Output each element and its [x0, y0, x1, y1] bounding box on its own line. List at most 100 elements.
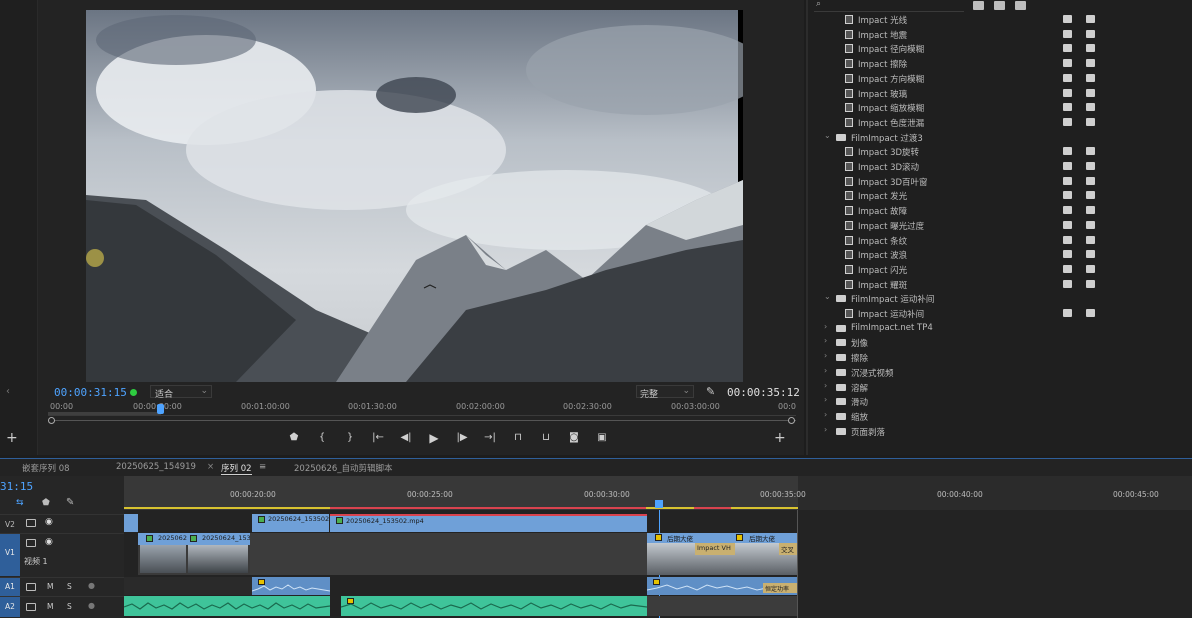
play-icon[interactable]: ▶ — [426, 430, 442, 446]
effect-folder[interactable]: › 擦除 — [808, 351, 1192, 366]
accelerated-effects-icon[interactable] — [973, 1, 984, 10]
effect-item[interactable]: Impact 波浪 — [808, 248, 1192, 263]
video-clip-v1[interactable]: 后期大佬 后期大佬 Impact VH 交叉 — [647, 533, 797, 575]
effect-folder[interactable]: › 划像 — [808, 336, 1192, 351]
add-button-right[interactable]: + — [774, 430, 786, 446]
monitor-time-ruler[interactable]: 00:00 00:00:30:00 00:01:00:00 00:01:30:0… — [48, 402, 796, 416]
effect-item[interactable]: Impact 色度泄漏 — [808, 116, 1192, 131]
effect-item[interactable]: Impact 径向模糊 — [808, 42, 1192, 57]
timeline-settings-icon[interactable]: ✎ — [66, 497, 74, 508]
scroll-handle-right[interactable] — [788, 417, 795, 424]
voiceover-mic-icon[interactable]: ● — [88, 581, 95, 590]
chevron-right-icon[interactable]: › — [824, 410, 827, 419]
collapse-left-icon[interactable]: ‹ — [6, 386, 10, 397]
timeline-timecode[interactable]: 31:15 — [0, 480, 33, 493]
chevron-right-icon[interactable]: › — [824, 381, 827, 390]
wrench-icon[interactable]: ✎ — [706, 385, 715, 398]
go-to-out-icon[interactable]: →| — [482, 430, 498, 446]
voiceover-mic-icon[interactable]: ● — [88, 601, 95, 610]
effect-item[interactable]: Impact 闪光 — [808, 263, 1192, 278]
effects-search-input[interactable]: ⌕ — [814, 0, 964, 12]
tab-20250625[interactable]: 20250625_154919 — [116, 462, 196, 472]
transition-block[interactable]: Impact VH — [695, 543, 735, 555]
effect-item[interactable]: Impact 光线 — [808, 13, 1192, 28]
effect-folder[interactable]: ⌄ FilmImpact 运动补间 — [808, 292, 1192, 307]
snap-icon[interactable]: ⇆ — [16, 498, 24, 508]
sync-lock-icon[interactable] — [26, 583, 36, 591]
lift-icon[interactable]: ⊓ — [510, 430, 526, 446]
effect-item[interactable]: Impact 曝光过度 — [808, 219, 1192, 234]
scroll-handle-left[interactable] — [48, 417, 55, 424]
chevron-down-icon[interactable]: ⌄ — [824, 131, 831, 140]
effect-item[interactable]: Impact 擦除 — [808, 57, 1192, 72]
effect-item[interactable]: Impact 耀斑 — [808, 278, 1192, 293]
chevron-right-icon[interactable]: › — [824, 395, 827, 404]
sync-lock-icon[interactable] — [26, 603, 36, 611]
mute-button[interactable]: M — [47, 602, 53, 611]
compare-icon[interactable]: ▣ — [594, 430, 610, 446]
chevron-down-icon[interactable]: ⌄ — [824, 292, 831, 301]
tab-auto-edit-script[interactable]: 20250626_自动剪辑脚本 — [294, 462, 393, 474]
effect-item[interactable]: Impact 3D旋转 — [808, 145, 1192, 160]
video-clip-v1[interactable]: 2025062 20250624_1535 — [138, 533, 250, 575]
audio-transition-block[interactable]: 恒定功率 — [763, 583, 797, 593]
timeline-playhead-icon[interactable] — [655, 500, 663, 508]
track-label-v2[interactable]: V2 — [0, 520, 20, 529]
effect-item[interactable]: Impact 方向模糊 — [808, 72, 1192, 87]
zoom-scrollbar[interactable] — [48, 416, 796, 426]
sync-lock-icon[interactable] — [26, 519, 36, 527]
fit-dropdown[interactable]: 适合 ⌄ — [150, 385, 212, 400]
current-timecode[interactable]: 00:00:31:15 — [54, 386, 127, 399]
chevron-right-icon[interactable]: › — [824, 322, 827, 331]
transition-block[interactable]: 交叉 — [779, 543, 797, 555]
marker-icon[interactable]: ⬟ — [286, 430, 302, 446]
video-clip-v2[interactable] — [124, 514, 138, 532]
empty-track-region[interactable] — [124, 577, 252, 595]
solo-button[interactable]: S — [67, 582, 72, 591]
close-tab-icon[interactable]: × — [207, 462, 214, 472]
chevron-right-icon[interactable]: › — [824, 366, 827, 375]
mark-out-icon[interactable]: } — [342, 430, 358, 446]
chevron-right-icon[interactable]: › — [824, 336, 827, 345]
track-target-a2[interactable]: A2 — [0, 597, 20, 617]
effect-folder[interactable]: › 缩放 — [808, 410, 1192, 425]
video-clip-v2[interactable]: 20250624_153502.mp4 — [330, 514, 647, 532]
effect-item[interactable]: Impact 缩放模糊 — [808, 101, 1192, 116]
effect-folder[interactable]: › 溶解 — [808, 381, 1192, 396]
timeline-ruler[interactable]: 00:00:20:00 00:00:25:00 00:00:30:00 00:0… — [124, 476, 1192, 510]
add-marker-icon[interactable]: ⬟ — [42, 498, 50, 508]
effect-item[interactable]: Impact 运动补间 — [808, 307, 1192, 322]
extract-icon[interactable]: ⊔ — [538, 430, 554, 446]
audio-clip-a2[interactable] — [341, 596, 647, 616]
solo-button[interactable]: S — [67, 602, 72, 611]
effect-item[interactable]: Impact 地震 — [808, 28, 1192, 43]
effect-item[interactable]: Impact 发光 — [808, 189, 1192, 204]
timeline-tracks-area[interactable]: 00:00:20:00 00:00:25:00 00:00:30:00 00:0… — [124, 476, 1192, 618]
tab-menu-icon[interactable]: ≡ — [259, 462, 266, 472]
effect-item[interactable]: Impact 条纹 — [808, 234, 1192, 249]
yuv-effects-icon[interactable] — [1015, 1, 1026, 10]
sync-lock-icon[interactable] — [26, 539, 36, 547]
chevron-right-icon[interactable]: › — [824, 351, 827, 360]
step-forward-icon[interactable]: |▶ — [454, 430, 470, 446]
step-back-icon[interactable]: ◀| — [398, 430, 414, 446]
audio-clip-a1[interactable]: 恒定功率 — [647, 577, 797, 595]
playhead-icon[interactable] — [157, 404, 164, 414]
effect-folder[interactable]: › 滑动 — [808, 395, 1192, 410]
track-target-v1[interactable]: V1 — [0, 534, 20, 576]
32bit-effects-icon[interactable] — [994, 1, 1005, 10]
chevron-right-icon[interactable]: › — [824, 425, 827, 434]
mute-button[interactable]: M — [47, 582, 53, 591]
video-clip-v2[interactable]: 20250624_153502 — [252, 514, 329, 532]
effect-item[interactable]: Impact 玻璃 — [808, 87, 1192, 102]
mark-in-icon[interactable]: { — [314, 430, 330, 446]
effect-folder[interactable]: ⌄ FilmImpact 过渡3 — [808, 131, 1192, 146]
eye-icon[interactable]: ◉ — [45, 517, 53, 527]
effect-item[interactable]: Impact 故障 — [808, 204, 1192, 219]
empty-track-region[interactable] — [250, 533, 647, 575]
audio-clip-a2[interactable] — [124, 596, 330, 616]
video-preview[interactable] — [86, 10, 743, 382]
effect-folder[interactable]: › 沉浸式视频 — [808, 366, 1192, 381]
effect-item[interactable]: Impact 3D滚动 — [808, 160, 1192, 175]
quality-dropdown[interactable]: 完整 ⌄ — [636, 385, 694, 400]
